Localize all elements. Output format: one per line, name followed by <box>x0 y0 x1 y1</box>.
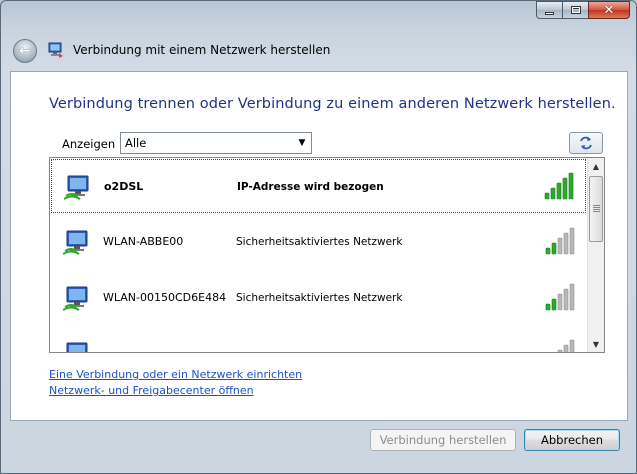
show-filter-select[interactable]: Alle ▼ <box>120 132 312 154</box>
close-icon: ✕ <box>603 2 615 18</box>
signal-bar <box>563 288 569 311</box>
title-bar[interactable]: ✕ <box>1 1 636 31</box>
signal-bar <box>568 172 574 200</box>
show-label: Anzeigen <box>62 137 116 151</box>
cancel-button[interactable]: Abbrechen <box>524 429 620 451</box>
network-name: WLAN-00150CD6E484 <box>103 291 227 304</box>
page-heading: Verbindung trennen oder Verbindung zu ei… <box>49 96 616 112</box>
wireless-network-icon <box>64 175 89 200</box>
network-row-partial[interactable] <box>51 327 586 352</box>
back-arrow-icon: ← <box>19 42 31 59</box>
maximize-icon <box>570 6 581 14</box>
network-row[interactable]: WLAN-00150CD6E484 Sicherheitsaktiviertes … <box>51 271 586 325</box>
signal-strength-icon <box>557 339 575 352</box>
window-title: Verbindung mit einem Netzwerk herstellen <box>73 43 331 57</box>
grip-icon <box>593 205 600 212</box>
refresh-button[interactable] <box>569 132 603 154</box>
network-status: Sicherheitsaktiviertes Netzwerk <box>236 292 403 304</box>
signal-bar <box>557 293 563 311</box>
signal-bar <box>557 349 563 352</box>
signal-bar <box>569 227 575 255</box>
network-list[interactable]: o2DSL IP-Adresse wird bezogen WLAN-ABBE00 S… <box>49 157 605 353</box>
network-name: o2DSL <box>104 180 144 193</box>
back-button[interactable]: ← <box>13 39 37 63</box>
network-rows: o2DSL IP-Adresse wird bezogen WLAN-ABBE00 S… <box>50 158 588 352</box>
signal-bar <box>545 303 551 311</box>
scroll-up-icon[interactable]: ▲ <box>588 158 604 174</box>
signal-strength-icon <box>544 172 574 200</box>
scroll-down-icon[interactable]: ▼ <box>588 336 604 352</box>
signal-bar <box>551 242 557 255</box>
network-name: WLAN-ABBE00 <box>103 235 184 248</box>
network-status: IP-Adresse wird bezogen <box>237 181 384 193</box>
wireless-network-icon <box>66 342 88 352</box>
network-row[interactable]: o2DSL IP-Adresse wird bezogen <box>51 159 586 213</box>
network-row[interactable]: WLAN-ABBE00 Sicherheitsaktiviertes Netzwe… <box>51 215 586 269</box>
signal-bar <box>545 247 551 255</box>
signal-bar <box>569 339 575 352</box>
minimize-icon <box>545 11 554 15</box>
signal-bar <box>569 283 575 311</box>
scroll-thumb[interactable] <box>589 176 603 242</box>
signal-bar <box>551 298 557 311</box>
content-panel: Verbindung trennen oder Verbindung zu ei… <box>10 71 628 421</box>
maximize-button[interactable] <box>562 1 588 19</box>
button-bar: Verbindung herstellen Abbrechen <box>1 421 636 473</box>
setup-connection-link[interactable]: Eine Verbindung oder ein Netzwerk einric… <box>49 368 302 381</box>
signal-bar <box>550 187 556 200</box>
wireless-network-icon <box>63 230 88 255</box>
signal-bar <box>556 182 562 200</box>
dialog-window: ✕ ← Verbindung mit einem Netzwerk herste… <box>0 0 637 474</box>
network-center-link[interactable]: Netzwerk- und Freigabecenter öffnen <box>49 384 254 397</box>
close-button[interactable]: ✕ <box>588 1 630 19</box>
network-status: Sicherheitsaktiviertes Netzwerk <box>236 236 403 248</box>
chevron-down-icon: ▼ <box>298 138 306 148</box>
network-connect-icon <box>48 42 63 58</box>
refresh-icon <box>580 136 592 150</box>
signal-bar <box>563 232 569 255</box>
signal-strength-icon <box>545 227 575 255</box>
signal-bar <box>562 177 568 200</box>
caption-buttons: ✕ <box>536 1 630 19</box>
show-filter-value: Alle <box>125 136 147 150</box>
signal-strength-icon <box>545 283 575 311</box>
signal-bar <box>557 237 563 255</box>
signal-bar <box>563 344 569 352</box>
wireless-network-icon <box>63 286 88 311</box>
connect-button[interactable]: Verbindung herstellen <box>370 429 516 451</box>
minimize-button[interactable] <box>536 1 562 19</box>
list-scrollbar[interactable]: ▲ ▼ <box>587 158 604 352</box>
signal-bar <box>544 192 550 200</box>
